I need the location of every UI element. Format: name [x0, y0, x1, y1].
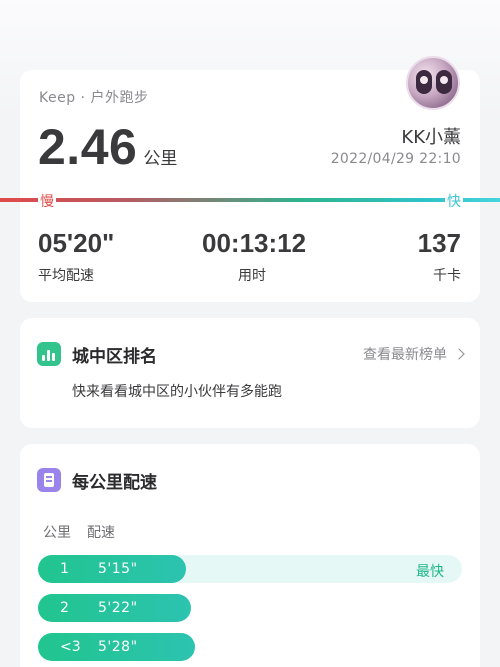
- stat-label: 千卡: [433, 268, 461, 284]
- flag-icon: [37, 468, 61, 492]
- pace-row-value: 5'28": [98, 639, 138, 655]
- stat-duration: 00:13:12 用时: [202, 228, 307, 285]
- pace-row-value: 5'15": [98, 561, 138, 577]
- distance-unit: 公里: [143, 149, 178, 169]
- stat-label: 用时: [238, 268, 266, 284]
- distance-value: 2.46: [38, 119, 138, 175]
- stat-calories: 137 千卡: [418, 228, 461, 285]
- avatar[interactable]: [406, 56, 460, 110]
- pace-row-km: <3: [60, 639, 81, 655]
- slow-label: 慢: [38, 191, 56, 211]
- username[interactable]: KK小薰: [401, 123, 461, 149]
- ranking-description: 快来看看城中区的小伙伴有多能跑: [72, 384, 282, 400]
- pace-row-km: 1: [60, 561, 69, 577]
- per-km-pace-card: 每公里配速 公里 配速 1 5'15" 最快 2 5'22" <3 5'28": [20, 444, 480, 667]
- fast-label: 快: [445, 191, 463, 211]
- pace-row-km: 2: [60, 600, 69, 616]
- per-km-title: 每公里配速: [72, 473, 157, 493]
- run-summary-card: Keep · 户外跑步 2.46 公里 KK小薰 2022/04/29 22:1…: [0, 56, 500, 302]
- view-latest-leaderboard-link[interactable]: 查看最新榜单: [363, 344, 465, 364]
- column-header-km: 公里: [43, 525, 71, 541]
- district-ranking-card[interactable]: 城中区排名 查看最新榜单 快来看看城中区的小伙伴有多能跑: [20, 318, 480, 428]
- distance: 2.46 公里: [38, 118, 177, 176]
- fastest-badge: 最快: [416, 564, 444, 580]
- ranking-title: 城中区排名: [72, 347, 157, 367]
- pace-row: <3 5'28": [38, 633, 462, 661]
- pace-row: 1 5'15" 最快: [38, 555, 462, 583]
- column-header-pace: 配速: [87, 525, 115, 541]
- stat-value: 137: [417, 228, 461, 258]
- stat-value: 05'20": [38, 228, 115, 258]
- pace-row-value: 5'22": [98, 600, 138, 616]
- stat-average-pace: 05'20" 平均配速: [38, 228, 114, 285]
- stat-value: 00:13:12: [202, 228, 307, 258]
- chevron-right-icon: [453, 348, 465, 360]
- stat-label: 平均配速: [38, 268, 94, 284]
- run-datetime: 2022/04/29 22:10: [330, 151, 461, 167]
- bar-chart-icon: [37, 342, 61, 366]
- pace-gradient-bar: [0, 198, 500, 202]
- view-link-label: 查看最新榜单: [363, 347, 447, 363]
- app-label: Keep · 户外跑步: [39, 90, 149, 106]
- pace-row: 2 5'22": [38, 594, 462, 622]
